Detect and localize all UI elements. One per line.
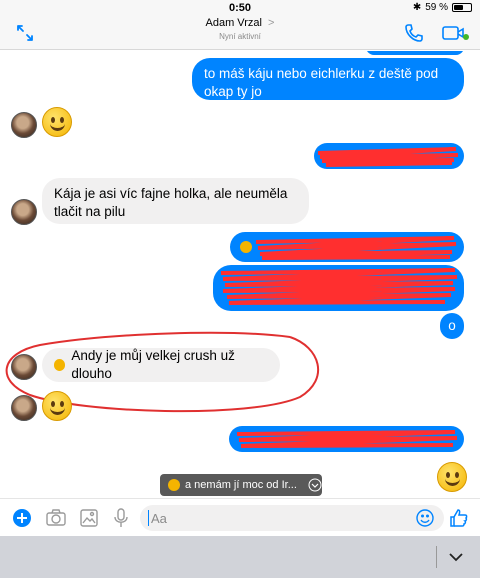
battery-icon	[452, 3, 472, 12]
message-bubble-outgoing[interactable]: to máš káju nebo eichlerku z deště pod o…	[192, 58, 464, 100]
gallery-icon[interactable]	[79, 508, 99, 528]
contact-avatar[interactable]	[11, 199, 37, 225]
redaction-scribble	[317, 147, 459, 167]
divider	[436, 546, 437, 568]
message-input-placeholder: Aa	[151, 510, 167, 526]
camera-icon[interactable]	[45, 508, 67, 528]
emoji-icon[interactable]	[415, 508, 435, 528]
battery-fill	[454, 5, 464, 10]
video-call-icon[interactable]	[440, 21, 470, 45]
composer-bar: Aa	[0, 498, 480, 536]
chevron-right-icon: >	[268, 17, 275, 29]
message-bubble-incoming[interactable]: Kája je asi víc fajne holka, ale neuměla…	[42, 178, 309, 224]
smile-emoji	[42, 107, 72, 137]
text-caret	[148, 510, 149, 526]
conversation-header: Adam Vrzal > Nyní aktivní	[0, 16, 480, 50]
reply-preview-text: a nemám jí moc od Ir...	[185, 479, 297, 491]
battery-percent: 59 %	[425, 2, 448, 13]
chevron-down-icon[interactable]	[308, 478, 322, 492]
like-icon[interactable]	[448, 507, 470, 529]
reply-preview[interactable]: a nemám jí moc od Ir...	[160, 474, 322, 496]
bluetooth-icon: ✱	[412, 2, 422, 13]
contact-avatar[interactable]	[11, 112, 37, 138]
phone-icon[interactable]	[402, 21, 426, 45]
message-text: o	[448, 318, 456, 333]
message-bubble-outgoing-partial[interactable]	[366, 51, 464, 55]
message-text: Kája je asi víc fajne holka, ale neuměla…	[54, 186, 288, 219]
contact-name[interactable]: Adam Vrzal	[206, 17, 262, 29]
redaction-scribble	[220, 268, 458, 305]
status-indicators: ✱ 59 %	[413, 2, 472, 13]
contact-avatar[interactable]	[11, 395, 37, 421]
smile-emoji	[42, 391, 72, 421]
message-input[interactable]: Aa	[140, 505, 444, 531]
hide-keyboard-chevron-icon[interactable]	[446, 548, 466, 566]
message-text: to máš káju nebo eichlerku z deště pod o…	[204, 66, 439, 99]
microphone-icon[interactable]	[112, 508, 130, 528]
message-list[interactable]: to máš káju nebo eichlerku z deště pod o…	[0, 51, 480, 498]
plus-icon[interactable]	[12, 508, 32, 528]
status-time: 0:50	[228, 2, 252, 14]
redaction-scribble	[236, 430, 458, 448]
smile-emoji	[168, 479, 180, 491]
smile-emoji	[437, 462, 467, 492]
keyboard-accessory-bar	[0, 536, 480, 578]
redaction-scribble	[240, 236, 457, 260]
message-bubble-outgoing[interactable]: o	[440, 313, 464, 339]
status-bar: 0:50 ✱ 59 %	[0, 0, 480, 16]
